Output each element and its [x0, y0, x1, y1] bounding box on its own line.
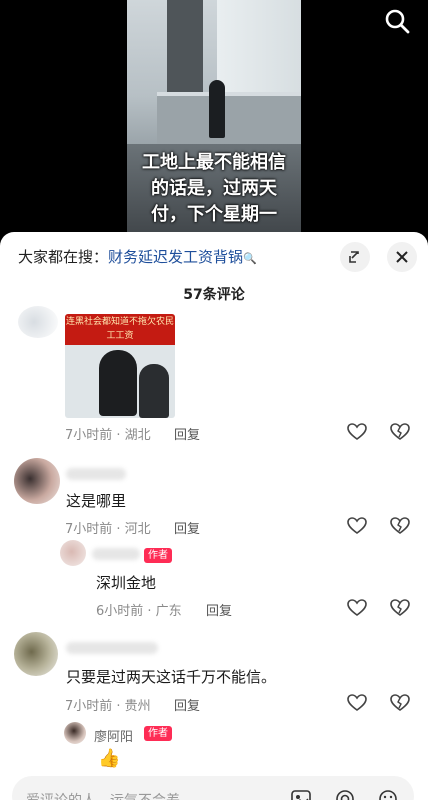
video-caption: 工地上最不能相信 的话是，过两天 付，下个星期一 [0, 150, 428, 228]
image-banner-text: 连黑社会都知道不拖欠农民工工资 [65, 314, 175, 345]
avatar[interactable] [14, 458, 60, 504]
scene-glass-wall [217, 0, 301, 92]
dislike-icon[interactable] [390, 516, 410, 536]
hot-search-magnifier-icon: 🔍 [243, 252, 257, 265]
username-blurred [66, 468, 126, 480]
comment-meta: 7小时前 · 贵州 [65, 699, 151, 714]
reply-button[interactable]: 回复 [174, 518, 200, 537]
image-icon[interactable] [290, 788, 312, 800]
username-blurred [92, 548, 140, 560]
caption-line-1: 工地上最不能相信 [142, 152, 286, 173]
username-blurred [66, 642, 158, 654]
caption-line-2: 的话是，过两天 [151, 178, 277, 199]
reply-username[interactable]: 廖阿阳 [94, 726, 133, 745]
comment-text: 这是哪里 [66, 492, 127, 510]
scene-pillar [167, 0, 203, 92]
dislike-icon[interactable] [390, 693, 410, 713]
like-icon[interactable] [347, 693, 367, 713]
comment-text: 👍 [98, 748, 121, 769]
author-badge: 作者 [144, 548, 172, 563]
scene-reception-counter [157, 92, 301, 148]
like-icon[interactable] [347, 516, 367, 536]
comment-image[interactable]: 连黑社会都知道不拖欠农民工工资 [65, 314, 175, 418]
hot-search-bar[interactable]: 大家都在搜：财务延迟发工资背锅🔍 [18, 246, 257, 267]
expand-button[interactable] [340, 242, 370, 272]
avatar[interactable] [60, 540, 86, 566]
close-icon [396, 251, 408, 263]
avatar[interactable] [18, 306, 58, 338]
hot-search-prefix: 大家都在搜： [18, 248, 109, 266]
emoji-icon[interactable] [377, 788, 399, 800]
search-icon[interactable] [384, 8, 410, 34]
author-badge: 作者 [144, 726, 172, 741]
reply-button[interactable]: 回复 [174, 424, 200, 443]
comment-meta: 7小时前 · 河北 [65, 522, 151, 537]
reply-button[interactable]: 回复 [174, 695, 200, 714]
avatar[interactable] [14, 632, 58, 676]
like-icon[interactable] [347, 598, 367, 618]
mention-icon[interactable] [334, 788, 356, 800]
comment-input-placeholder[interactable]: 爱评论的人，运气不会差 [26, 790, 180, 800]
video-player[interactable]: 工地上最不能相信 的话是，过两天 付，下个星期一 [0, 0, 428, 240]
reply-button[interactable]: 回复 [206, 600, 232, 619]
scene-person [209, 80, 225, 138]
like-icon[interactable] [347, 422, 367, 442]
comment-sheet: 大家都在搜：财务延迟发工资背锅🔍 57条评论 连黑社会都知道不拖欠农民工工资 7… [0, 232, 428, 800]
comment-count: 57条评论 [183, 287, 245, 303]
comment-meta: 7小时前 · 湖北 [65, 428, 151, 443]
comment-input-bar[interactable]: 爱评论的人，运气不会差 [12, 776, 414, 800]
image-person [139, 364, 169, 418]
comment-text: 只要是过两天这话千万不能信。 [66, 668, 277, 686]
image-person [99, 350, 137, 416]
dislike-icon[interactable] [390, 598, 410, 618]
close-button[interactable] [387, 242, 417, 272]
dislike-icon[interactable] [390, 422, 410, 442]
caption-line-3: 付，下个星期一 [151, 204, 277, 225]
comment-text: 深圳金地 [96, 574, 157, 592]
hot-search-keyword[interactable]: 财务延迟发工资背锅 [108, 248, 243, 266]
expand-icon [349, 251, 359, 263]
comment-meta: 6小时前 · 广东 [96, 604, 182, 619]
avatar[interactable] [64, 722, 86, 744]
